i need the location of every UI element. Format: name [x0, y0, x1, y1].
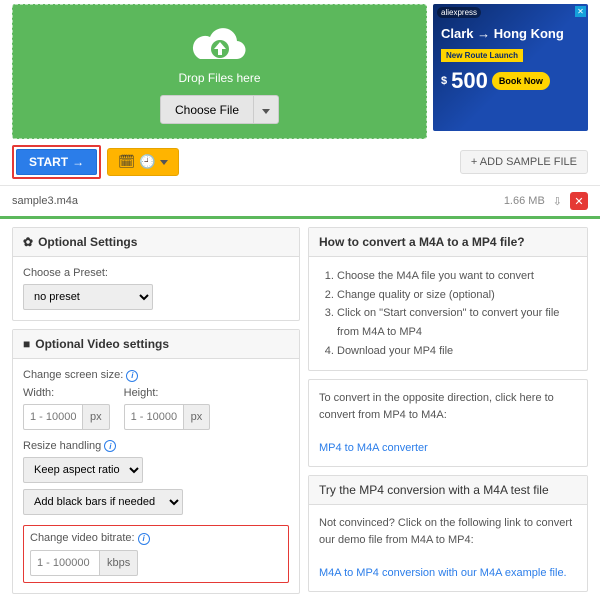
schedule-button[interactable]: 🗓 🕘 — [107, 148, 179, 176]
howto-panel: How to convert a M4A to a MP4 file? Choo… — [308, 227, 588, 371]
file-name: sample3.m4a — [12, 195, 78, 207]
reverse-link[interactable]: MP4 to M4A converter — [319, 442, 428, 454]
download-icon[interactable]: ⇩ — [553, 195, 562, 208]
bitrate-highlight: Change video bitrate: i kbps — [23, 525, 289, 583]
choose-file-button[interactable]: Choose File — [160, 95, 254, 124]
aspect-ratio-select[interactable]: Keep aspect ratio — [23, 457, 143, 483]
info-icon[interactable]: i — [126, 370, 138, 382]
reverse-panel: To convert in the opposite direction, cl… — [308, 379, 588, 467]
start-button[interactable]: START→ — [16, 149, 97, 175]
arrow-right-icon: → — [72, 155, 84, 169]
howto-steps: Choose the M4A file you want to convert … — [319, 267, 577, 360]
ad-close-icon[interactable]: ✕ — [575, 6, 586, 17]
chevron-down-icon — [160, 160, 168, 165]
video-icon: ■ — [23, 337, 30, 351]
demo-panel: Try the MP4 conversion with a M4A test f… — [308, 475, 588, 592]
bitrate-input[interactable] — [30, 550, 100, 576]
ad-brand: aliexpress — [437, 7, 481, 18]
ad-book-button[interactable]: Book Now — [492, 72, 550, 90]
ad-currency: $ — [441, 75, 447, 87]
clock-icon: 🕘 — [139, 154, 156, 170]
gear-icon: ✿ — [23, 235, 33, 249]
ad-destination: Clark → Hong Kong — [441, 26, 588, 41]
add-sample-file-button[interactable]: + ADD SAMPLE FILE — [460, 150, 588, 174]
ad-banner[interactable]: aliexpress ✕ Clark → Hong Kong New Route… — [433, 4, 588, 131]
height-input[interactable] — [124, 404, 184, 430]
file-list-row: sample3.m4a 1.66 MB ⇩ ✕ — [0, 185, 600, 219]
width-input[interactable] — [23, 404, 83, 430]
ad-route-badge: New Route Launch — [441, 49, 523, 62]
remove-file-button[interactable]: ✕ — [570, 192, 588, 210]
start-highlight: START→ — [12, 145, 101, 179]
info-icon[interactable]: i — [104, 440, 116, 452]
video-settings-panel: ■Optional Video settings Change screen s… — [12, 329, 300, 594]
choose-file-caret-button[interactable] — [254, 95, 279, 124]
black-bars-select[interactable]: Add black bars if needed — [23, 489, 183, 515]
cloud-upload-icon — [192, 25, 248, 65]
info-icon[interactable]: i — [138, 533, 150, 545]
preset-select[interactable]: no preset — [23, 284, 153, 310]
chevron-down-icon — [262, 109, 270, 114]
dropzone-text: Drop Files here — [178, 71, 260, 85]
file-size: 1.66 MB — [504, 195, 545, 207]
ad-price: 500 — [451, 68, 488, 94]
calendar-icon: 🗓 — [118, 154, 135, 170]
file-dropzone[interactable]: Drop Files here Choose File — [12, 4, 427, 139]
preset-label: Choose a Preset: — [23, 267, 289, 279]
optional-settings-panel: ✿Optional Settings Choose a Preset: no p… — [12, 227, 300, 321]
demo-link[interactable]: M4A to MP4 conversion with our M4A examp… — [319, 567, 567, 579]
